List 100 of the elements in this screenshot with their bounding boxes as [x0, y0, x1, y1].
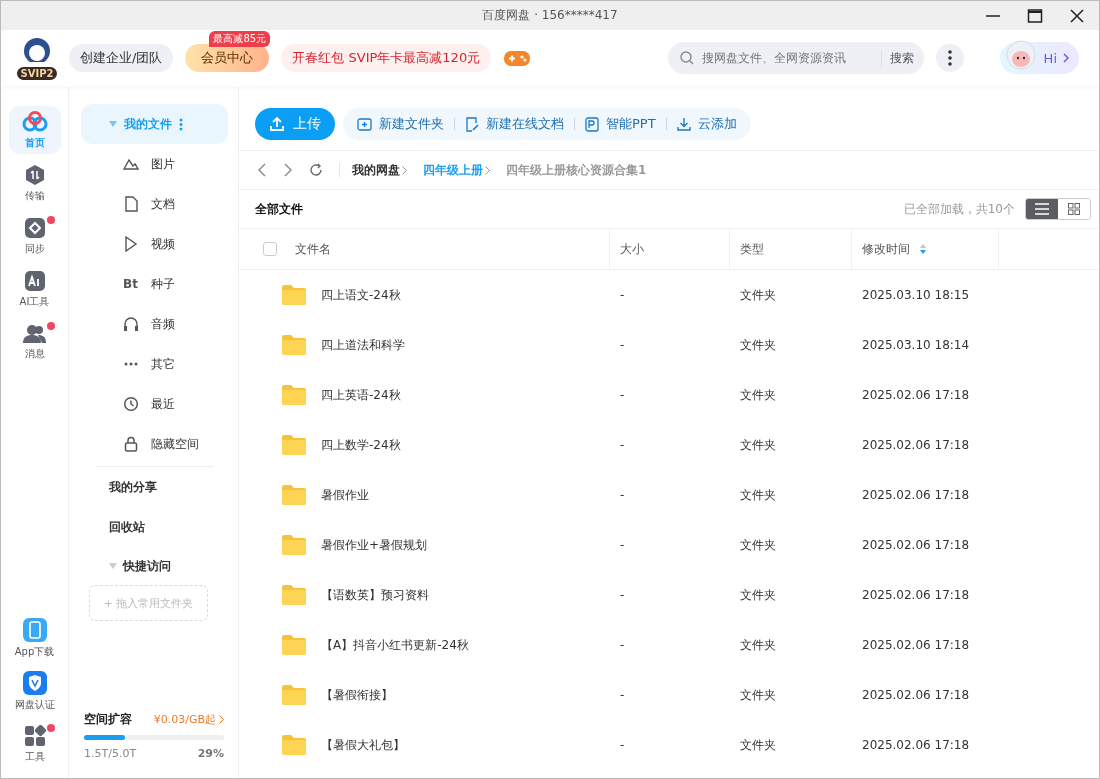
file-size: - [620, 488, 625, 502]
search-field[interactable]: 搜网盘文件、全网资源资讯 搜索 [667, 42, 924, 74]
upload-icon [269, 116, 285, 132]
category-label: 隐藏空间 [151, 435, 199, 453]
assistant-greeting: Hi [1043, 50, 1057, 66]
folder-icon [281, 684, 307, 706]
dots-icon [123, 362, 139, 366]
more-icon [947, 50, 952, 66]
back-icon[interactable] [257, 163, 267, 177]
column-header[interactable]: 大小 [620, 240, 644, 258]
toolbar-button[interactable]: 新建在线文档 [461, 115, 568, 133]
list-icon [1035, 203, 1049, 215]
file-name[interactable]: 【暑假衔接】 [321, 686, 393, 704]
sidebar-item[interactable]: 网盘认证 [8, 667, 61, 715]
sort-icon [920, 244, 926, 254]
sidebar-label: 网盘认证 [14, 697, 55, 712]
sidebar-label: AI工具 [19, 294, 50, 309]
file-name[interactable]: 暑假作业+暑假规划 [321, 536, 428, 554]
file-name[interactable]: 【语数英】预习资料 [321, 586, 429, 604]
category-item[interactable]: 其它 [81, 344, 228, 384]
category-item[interactable]: 文档 [81, 184, 228, 224]
toolbar-button[interactable]: 新建文件夹 [353, 115, 448, 133]
assistant-button[interactable]: Hi [999, 42, 1079, 74]
file-size: - [620, 688, 625, 702]
download-icon [676, 117, 691, 131]
search-icon [679, 51, 694, 65]
chevron-right-icon[interactable] [219, 715, 224, 724]
transfer-icon [23, 163, 46, 186]
file-type: 文件夹 [740, 436, 776, 454]
list-view-button[interactable] [1026, 199, 1058, 219]
more-button[interactable] [935, 44, 964, 72]
category-item[interactable]: 图片 [81, 144, 228, 184]
sidebar-item[interactable]: 同步 [8, 212, 61, 260]
category-item[interactable]: 视频 [81, 224, 228, 264]
toolbar-button[interactable]: 智能PPT [581, 115, 660, 133]
sidebar-item[interactable]: 消息 [8, 318, 61, 366]
sidebar-item[interactable]: 传输 [8, 159, 61, 207]
storage-title: 空间扩容 [84, 711, 132, 728]
file-name[interactable]: 【A】抖音小红书更新-24秋 [321, 636, 469, 654]
sidebar-item[interactable]: AI工具 [8, 265, 61, 313]
caret-icon [109, 121, 117, 127]
sidebar-item[interactable]: App下载 [8, 614, 61, 662]
file-name[interactable]: 【暑假大礼包】 [321, 736, 405, 754]
sidebar-item[interactable]: 工具 [8, 720, 61, 768]
document-edit-icon [465, 116, 479, 132]
toolbar-button[interactable]: 云添加 [672, 115, 741, 133]
folder-icon [281, 434, 307, 456]
apps-icon [23, 724, 46, 747]
folder-icon [281, 734, 307, 756]
breadcrumb-item[interactable]: 我的网盘 [352, 161, 400, 179]
category-item[interactable]: Bt 种子 [81, 264, 228, 304]
modified-time: 2025.02.06 17:18 [862, 638, 970, 652]
maximize-icon[interactable] [1027, 8, 1043, 24]
category-label: 图片 [151, 155, 175, 173]
lock-icon [123, 436, 139, 452]
team-button[interactable]: 创建企业/团队 [69, 44, 174, 72]
quick-access-header[interactable]: 快捷访问 [81, 547, 228, 585]
file-size: - [620, 588, 625, 602]
file-name[interactable]: 四上英语-24秋 [321, 386, 401, 404]
file-type: 文件夹 [740, 536, 776, 554]
file-name[interactable]: 暑假作业 [321, 486, 369, 504]
file-name[interactable]: 四上道法和科学 [321, 336, 405, 354]
category-item[interactable]: 隐藏空间 [81, 424, 228, 464]
nav-link[interactable]: 回收站 [81, 507, 228, 547]
category-item[interactable]: 最近 [81, 384, 228, 424]
column-header[interactable]: 文件名 [295, 240, 331, 258]
gamepad-icon[interactable] [503, 48, 532, 68]
folder-icon [281, 284, 307, 306]
file-name[interactable]: 四上数学-24秋 [321, 436, 401, 454]
slides-icon [585, 116, 599, 132]
modified-time: 2025.02.06 17:18 [862, 488, 970, 502]
search-button[interactable]: 搜索 [880, 49, 914, 67]
category-label: 音频 [151, 315, 175, 333]
member-center-button[interactable]: 会员中心 [185, 44, 270, 72]
vip-level: SVIP2 [16, 67, 58, 80]
category-label: 种子 [151, 275, 175, 293]
promo-button[interactable]: 开春红包 SVIP年卡最高减120元 [281, 44, 492, 72]
file-type: 文件夹 [740, 586, 776, 604]
discount-tag: 最高减85元 [209, 31, 271, 47]
cloud-logo-icon [21, 110, 48, 133]
storage-usage: 1.5T/5.0T [84, 747, 137, 760]
file-size: - [620, 538, 625, 552]
select-all-checkbox[interactable] [263, 242, 277, 256]
close-icon[interactable] [1069, 8, 1085, 24]
avatar-icon [22, 36, 52, 62]
column-header[interactable]: 类型 [740, 240, 764, 258]
refresh-icon[interactable] [309, 163, 323, 177]
folder-icon [281, 384, 307, 406]
sidebar-label: 首页 [24, 135, 45, 150]
file-name[interactable]: 四上语文-24秋 [321, 286, 401, 304]
column-header[interactable]: 修改时间 [862, 240, 926, 258]
avatar-badge[interactable]: SVIP2 [17, 36, 57, 80]
modified-time: 2025.02.06 17:18 [862, 688, 970, 702]
category-item[interactable]: 音频 [81, 304, 228, 344]
nav-link[interactable]: 我的分享 [81, 467, 228, 507]
ai-icon [23, 269, 46, 292]
sidebar-label: 消息 [24, 346, 45, 361]
modified-time: 2025.03.10 18:14 [862, 338, 970, 352]
load-status: 已全部加载，共10个 [903, 200, 1015, 218]
forward-icon[interactable] [283, 163, 293, 177]
